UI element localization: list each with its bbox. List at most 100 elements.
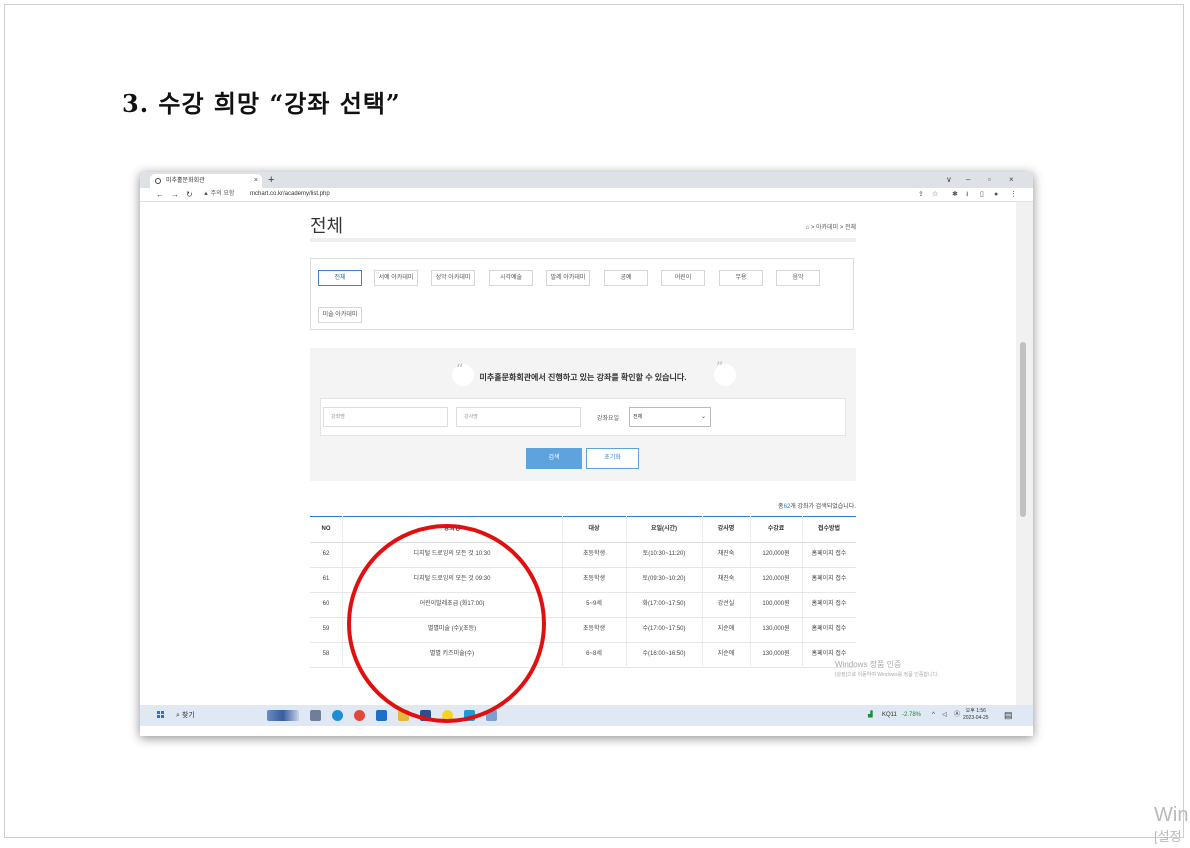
cell-schedule: 화(17:00~17:50) [642, 601, 686, 607]
page-scrollbar[interactable] [1016, 202, 1033, 705]
cell-target: 초등학생 [582, 626, 606, 632]
new-tab-button[interactable]: + [268, 172, 274, 188]
cell-fee: 120,000원 [762, 551, 790, 557]
search-panel: “ ” 미추홀문화회관에서 진행하고 있는 강좌를 확인할 수 있습니다. 강좌… [310, 348, 856, 481]
category-button[interactable]: 전체 [318, 270, 362, 286]
cell-instructor: 채진숙 [717, 576, 735, 582]
tab-close-icon[interactable]: × [254, 174, 258, 188]
sidepanel-icon[interactable]: ▯ [980, 188, 984, 201]
cell-schedule: 토(09:30~10:20) [642, 576, 686, 582]
clock-time: 오후 1:56 [965, 708, 986, 714]
corner-watermark-line1: Win [1154, 804, 1189, 826]
cell-instructor: 강선실 [717, 601, 735, 607]
mail-icon[interactable] [376, 710, 387, 721]
category-button[interactable]: 공예 [604, 270, 648, 286]
maximize-button[interactable]: ▫ [988, 172, 991, 188]
course-name-input[interactable]: 강좌명 [323, 407, 448, 427]
profile-icon[interactable]: ● [994, 188, 998, 201]
cell-fee: 100,000원 [762, 601, 790, 607]
stock-change: -2.78% [902, 712, 922, 718]
category-button[interactable]: 성악 아카데미 [431, 270, 475, 286]
day-select[interactable]: 전체 ⌄ [629, 407, 711, 427]
forward-icon[interactable]: → [171, 188, 179, 201]
reload-icon[interactable]: ↻ [186, 188, 193, 201]
cell-fee: 130,000원 [762, 626, 790, 632]
cell-no: 62 [322, 551, 330, 557]
tray-chevron-icon[interactable]: ^ [932, 705, 935, 726]
bookmark-star-icon[interactable]: ☆ [932, 188, 938, 201]
back-icon[interactable]: ← [156, 188, 164, 201]
activation-subtitle: [설정]으로 이동하여 Windows를 정품 인증합니다. [835, 672, 939, 678]
cell-target: 초등학생 [582, 551, 606, 557]
download-icon[interactable]: ⭳ [966, 188, 968, 201]
activation-title: Windows 정품 인증 [835, 660, 902, 669]
category-button[interactable]: 미술 아카데미 [318, 307, 362, 323]
cell-method: 홈페이지 접수 [811, 576, 847, 582]
security-warning[interactable]: ▲ 주의 요함 [203, 188, 234, 201]
cell-method: 홈페이지 접수 [811, 601, 847, 607]
menu-icon[interactable]: ⋮ [1010, 188, 1017, 201]
category-button[interactable]: 발레 아카데미 [546, 270, 590, 286]
search-message: 미추홀문화회관에서 진행하고 있는 강좌를 확인할 수 있습니다. [479, 373, 687, 382]
extensions-icon[interactable]: ✱ [952, 188, 958, 201]
cell-no: 59 [322, 626, 330, 632]
cell-fee: 130,000원 [762, 651, 790, 657]
edge-icon[interactable] [332, 710, 343, 721]
category-button[interactable]: 음악 [776, 270, 820, 286]
taskbar-search[interactable]: ⌕ 찾기 [176, 705, 195, 726]
clock-date: 2023-04-25 [963, 715, 989, 721]
cell-method: 홈페이지 접수 [811, 551, 847, 557]
url-field[interactable]: mchart.co.kr/academy/list.php [250, 188, 330, 201]
task-view-icon[interactable] [310, 710, 321, 721]
header-instructor: 강사명 [717, 526, 735, 532]
close-window-button[interactable]: × [1009, 172, 1014, 188]
result-count: 총62개 강좌가 검색되었습니다. [778, 501, 856, 510]
web-viewport: 전체 ⌂ > 아카데미 > 전체 전체 서예 아카데미 성악 아카데미 시각예술… [140, 202, 1016, 705]
tab-search-icon[interactable]: ∨ [946, 172, 952, 188]
cell-instructor: 채진숙 [717, 551, 735, 557]
cell-schedule: 수(17:00~17:50) [642, 626, 686, 632]
cell-instructor: 지순애 [717, 651, 735, 657]
stock-ticker[interactable]: KQ11 [882, 705, 897, 726]
taskbar-penguin-icon[interactable] [267, 710, 299, 721]
breadcrumb: ⌂ > 아카데미 > 전체 [805, 225, 856, 231]
header-fee: 수강료 [767, 526, 785, 532]
share-icon[interactable]: ⇪ [918, 188, 924, 201]
category-button[interactable]: 무용 [719, 270, 763, 286]
header-no: NO [321, 526, 331, 532]
volume-icon[interactable]: ◁ [942, 705, 947, 726]
minimize-button[interactable]: – [966, 172, 970, 188]
windows-activation-notice: Windows 정품 인증 [설정]으로 이동하여 Windows를 정품 인증… [835, 660, 939, 680]
ime-icon[interactable]: Ⓐ [954, 705, 960, 726]
cell-no: 60 [322, 601, 330, 607]
chrome-icon[interactable] [354, 710, 365, 721]
stock-chart-icon[interactable]: ▟ [868, 705, 873, 726]
category-button[interactable]: 서예 아카데미 [374, 270, 418, 286]
chevron-down-icon: ⌄ [700, 414, 706, 420]
windows-start-icon[interactable] [157, 711, 165, 719]
search-button[interactable]: 검색 [526, 448, 582, 469]
cell-target: 6~8세 [586, 651, 602, 657]
address-bar: ← → ↻ ▲ 주의 요함 mchart.co.kr/academy/list.… [140, 188, 1033, 202]
page-title: 전체 [310, 216, 344, 236]
scrollbar-thumb[interactable] [1020, 342, 1026, 517]
cell-no: 61 [322, 576, 330, 582]
browser-tabbar: 미추홀문화회관 × + ∨ – ▫ × [140, 172, 1033, 188]
header-target: 대상 [588, 526, 600, 532]
cell-fee: 120,000원 [762, 576, 790, 582]
category-button[interactable]: 시각예술 [489, 270, 533, 286]
taskbar-search-label: 찾기 [181, 712, 195, 719]
cell-target: 5~9세 [586, 601, 602, 607]
favicon-icon [155, 178, 161, 184]
count-suffix: 개 강좌가 검색되었습니다. [790, 504, 856, 510]
cell-schedule: 토(10:30~11:20) [642, 551, 686, 557]
title-divider [310, 238, 856, 242]
notification-icon[interactable]: ▤ [1004, 705, 1013, 726]
reset-button[interactable]: 초기화 [586, 448, 639, 469]
taskbar-clock[interactable]: 오후 1:56 2023-04-25 [963, 708, 989, 722]
instructor-name-input[interactable]: 강사명 [456, 407, 581, 427]
category-button[interactable]: 어린이 [661, 270, 705, 286]
browser-tab[interactable]: 미추홀문화회관 × [150, 174, 262, 188]
day-label: 강좌요일 [597, 416, 620, 422]
cell-target: 초등학생 [582, 576, 606, 582]
